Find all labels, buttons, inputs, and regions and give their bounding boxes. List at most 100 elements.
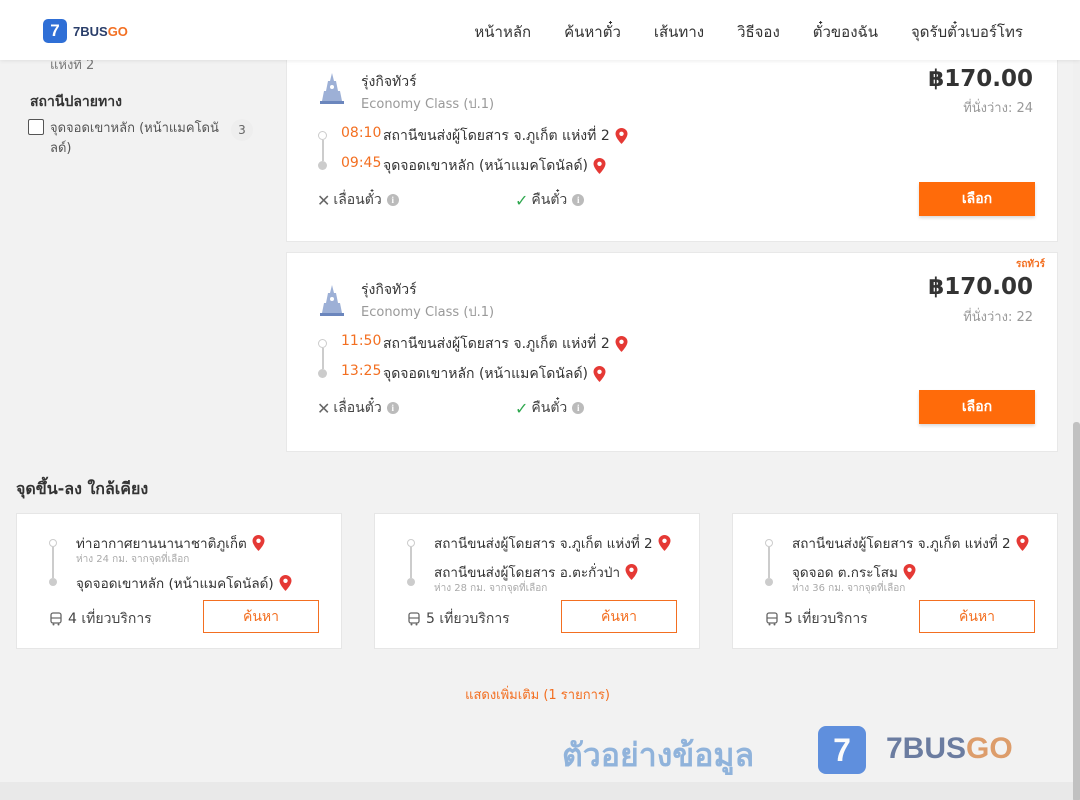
map-pin-icon[interactable] [593,158,606,174]
logo-go: GO [107,23,128,39]
refund-policy: ✓ คืนตั๋ว i [515,189,585,211]
nearby-from-label: สถานีขนส่งผู้โดยสาร จ.ภูเก็ต แห่งที่ 2 [434,536,653,552]
scrollbar[interactable] [1073,60,1080,800]
map-pin-icon[interactable] [1016,535,1029,551]
nearby-search-button[interactable]: ค้นหา [919,600,1035,633]
bus-icon [408,612,420,626]
watermark-logo-icon: 7 [818,726,866,774]
map-pin-icon[interactable] [658,535,671,551]
checkbox[interactable] [28,119,44,135]
cross-icon: ✕ [317,190,331,210]
reschedule-label: เลื่อนตั๋ว [333,192,382,208]
show-more-link[interactable]: แสดงเพิ่มเติม (1 รายการ) [0,684,1075,705]
destination-option-label[interactable]: จุดจอดเขาหลัก (หน้าแมคโดนัลด์) [50,119,220,159]
select-trip-button[interactable]: เลือก [919,182,1035,216]
scrollbar-thumb[interactable] [1073,422,1080,800]
info-icon[interactable]: i [572,402,585,414]
destination-option-count: 3 [231,119,253,141]
trip-price: ฿170.00 [928,66,1033,92]
nearby-from-distance: ห่าง 24 กม. จากจุดที่เลือก [76,554,190,565]
check-icon: ✓ [515,190,529,210]
map-pin-icon[interactable] [615,336,628,352]
arrive-time: 13:25 [341,363,382,379]
trip-card: รถทัวร์ รุ่งกิจทัวร์ Economy Class (ป.1)… [286,252,1058,452]
depart-stop-label: สถานีขนส่งผู้โดยสาร จ.ภูเก็ต แห่งที่ 2 [383,336,610,352]
check-icon: ✓ [515,398,529,418]
info-icon[interactable]: i [572,194,585,206]
map-pin-icon[interactable] [903,564,916,580]
nearby-trip-count: 5 เที่ยวบริการ [765,608,868,630]
nearby-from-stop[interactable]: ท่าอากาศยานนานาชาติภูเก็ต [76,532,265,554]
nearby-card: สถานีขนส่งผู้โดยสาร จ.ภูเก็ต แห่งที่ 2 ส… [374,513,700,649]
reschedule-policy: ✕ เลื่อนตั๋ว i [317,397,399,419]
depart-time: 08:10 [341,125,382,141]
nearby-to-stop[interactable]: จุดจอดเขาหลัก (หน้าแมคโดนัลด์) [76,572,292,594]
nav-search-ticket[interactable]: ค้นหาตั๋ว [564,20,621,44]
bus-operator-logo [320,73,344,104]
timeline-line [322,140,324,161]
map-pin-icon[interactable] [279,575,292,591]
info-icon[interactable]: i [386,402,399,414]
info-icon[interactable]: i [386,194,399,206]
nearby-trip-count-label: 5 เที่ยวบริการ [426,611,510,627]
nav-routes[interactable]: เส้นทาง [654,20,704,44]
logo-brand: 7BUS [73,23,108,39]
map-pin-icon[interactable] [625,564,638,580]
operator-name: รุ่งกิจทัวร์ [361,282,417,298]
nav-how-to-book[interactable]: วิธีจอง [737,20,780,44]
nearby-to-label: สถานีขนส่งผู้โดยสาร อ.ตะกั่วป่า [434,565,621,581]
nearby-to-stop[interactable]: จุดจอด ต.กระโสม [792,561,916,583]
nearby-from-stop[interactable]: สถานีขนส่งผู้โดยสาร จ.ภูเก็ต แห่งที่ 2 [792,532,1029,554]
refund-label: คืนตั๋ว [531,400,568,416]
nearby-from-label: สถานีขนส่งผู้โดยสาร จ.ภูเก็ต แห่งที่ 2 [792,536,1011,552]
nearby-trip-count: 5 เที่ยวบริการ [407,608,510,630]
timeline-start-dot [765,539,773,547]
nearby-to-label: จุดจอด ต.กระโสม [792,565,898,581]
logo-text: 7BUSGO [73,24,128,39]
bus-icon [766,612,778,626]
bus-class: Economy Class (ป.1) [361,305,495,320]
nearby-trip-count-label: 4 เที่ยวบริการ [68,611,152,627]
timeline-line [52,547,54,578]
refund-policy: ✓ คืนตั๋ว i [515,397,585,419]
nearby-search-button[interactable]: ค้นหา [203,600,319,633]
logo-icon: 7 [43,19,67,43]
timeline-start-dot [318,339,327,348]
map-pin-icon[interactable] [252,535,265,551]
refund-label: คืนตั๋ว [531,192,568,208]
timeline-end-dot [49,578,57,586]
reschedule-label: เลื่อนตั๋ว [333,400,382,416]
site-logo[interactable]: 7 7BUSGO [43,19,128,43]
arrive-stop-label: จุดจอดเขาหลัก (หน้าแมคโดนัลด์) [383,366,589,382]
nearby-to-distance: ห่าง 36 กม. จากจุดที่เลือก [792,583,906,594]
nearby-from-label: ท่าอากาศยานนานาชาติภูเก็ต [76,536,247,552]
nearby-trip-count: 4 เที่ยวบริการ [49,608,152,630]
nearby-from-stop[interactable]: สถานีขนส่งผู้โดยสาร จ.ภูเก็ต แห่งที่ 2 [434,532,671,554]
arrive-stop[interactable]: จุดจอดเขาหลัก (หน้าแมคโดนัลด์) [383,363,606,385]
bus-icon [50,612,62,626]
bus-operator-logo [320,285,344,316]
bus-class: Economy Class (ป.1) [361,97,495,112]
timeline-line [410,547,412,578]
arrive-stop[interactable]: จุดจอดเขาหลัก (หน้าแมคโดนัลด์) [383,155,606,177]
depart-stop[interactable]: สถานีขนส่งผู้โดยสาร จ.ภูเก็ต แห่งที่ 2 [383,125,628,147]
nearby-trip-count-label: 5 เที่ยวบริการ [784,611,868,627]
map-pin-icon[interactable] [615,128,628,144]
nav-my-tickets[interactable]: ตั๋วของฉัน [813,20,878,44]
nearby-search-button[interactable]: ค้นหา [561,600,677,633]
nearby-to-stop[interactable]: สถานีขนส่งผู้โดยสาร อ.ตะกั่วป่า [434,561,638,583]
nav-home[interactable]: หน้าหลัก [474,20,531,44]
map-pin-icon[interactable] [593,366,606,382]
depart-stop[interactable]: สถานีขนส่งผู้โดยสาร จ.ภูเก็ต แห่งที่ 2 [383,333,628,355]
timeline-line [768,547,770,578]
nearby-card: สถานีขนส่งผู้โดยสาร จ.ภูเก็ต แห่งที่ 2 จ… [732,513,1058,649]
timeline-end-dot [407,578,415,586]
nav-ticket-pickup-phone[interactable]: จุดรับตั๋วเบอร์โทร [911,20,1023,44]
trip-price: ฿170.00 [928,274,1033,300]
watermark-brand: 7BUSGO [886,732,1013,766]
main-nav: หน้าหลัก ค้นหาตั๋ว เส้นทาง วิธีจอง ตั๋วข… [441,20,1023,44]
select-trip-button[interactable]: เลือก [919,390,1035,424]
footer-strip [0,782,1080,800]
arrive-time: 09:45 [341,155,382,171]
destination-filter-heading: สถานีปลายทาง [30,94,122,110]
